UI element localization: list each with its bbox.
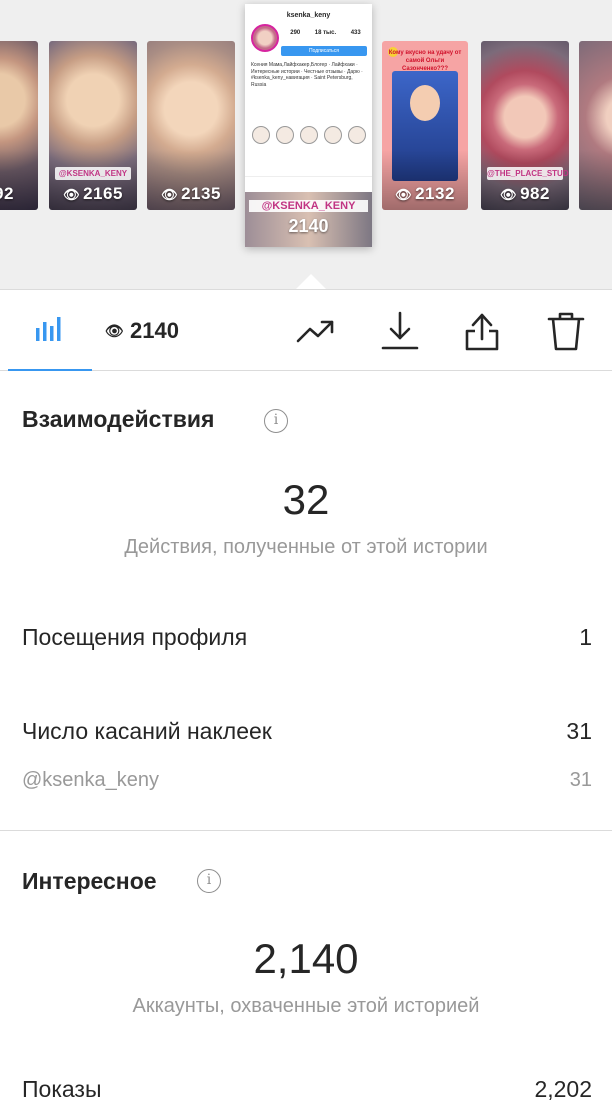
profile-stats: 290 18 тыс. 433: [283, 30, 368, 36]
mention-sticker-label: @ksenka_keny: [22, 769, 160, 791]
bar-chart-icon: [36, 317, 61, 341]
sticker-taps-label: Число касаний наклеек: [22, 718, 272, 744]
highlight-circle: [276, 126, 294, 144]
mention-sticker: @KSENKA_KENY: [55, 167, 131, 180]
trend-icon[interactable]: [294, 309, 338, 353]
impressions-label: Показы: [22, 1076, 102, 1102]
posts-count: 290: [290, 30, 301, 36]
download-icon[interactable]: [378, 309, 422, 353]
thumbnail-shade: [579, 150, 612, 210]
sticker-taps-value: 31: [566, 718, 592, 744]
selected-story-thumbnail[interactable]: ksenka_keny 290 18 тыс. 433 Подписаться …: [245, 4, 372, 247]
story-thumbnail[interactable]: @KSENKA_KENY 👁 2165: [49, 41, 137, 210]
trash-icon[interactable]: [544, 309, 588, 353]
thumbnail-views: 👁 982: [500, 184, 550, 203]
eye-icon: 👁: [161, 187, 179, 202]
interactions-caption: Действия, полученные от этой истории: [124, 536, 488, 558]
mention-sticker-value: 31: [569, 769, 592, 791]
story-photo-face: [410, 85, 440, 121]
profile-bio: Ксения Мама,Лайфхакер,Блогер · Лайфхаки …: [251, 62, 363, 88]
thumbnail-views: 👁92: [0, 184, 14, 203]
profile-visits-value: 1: [579, 624, 592, 650]
follow-button: Подписаться: [281, 46, 367, 56]
profile-username: ksenka_keny: [286, 12, 331, 19]
reach-caption: Аккаунты, охваченные этой историей: [132, 995, 480, 1017]
section-divider: [0, 830, 612, 831]
followers-count: 18 тыс.: [314, 30, 337, 36]
mention-sticker: @THE_PLACE_STUDIO: [487, 167, 569, 180]
story-toolbar: 👁 2140: [0, 291, 612, 371]
reach-total: 2,140: [253, 935, 359, 982]
interactions-title: Взаимодействия: [22, 406, 215, 432]
impressions-value: 2,202: [534, 1076, 592, 1102]
interactions-total: 32: [282, 476, 330, 523]
highlight-circle: [252, 126, 270, 144]
info-icon[interactable]: i: [197, 869, 221, 893]
eye-icon: 👁: [105, 323, 125, 340]
story-thumbnail[interactable]: [579, 41, 612, 210]
story-caption: Кому вкусно на удачу от самой Ольги Сазо…: [388, 50, 462, 72]
highlight-circle: [300, 126, 318, 144]
eye-icon: 👁: [500, 187, 518, 202]
viewers-count[interactable]: 👁 2140: [105, 318, 179, 344]
highlights-row: [249, 126, 369, 144]
mention-sticker: @KSENKA_KENY: [249, 200, 368, 212]
thumbnail-views: 👁 2165: [63, 184, 123, 203]
story-carousel[interactable]: 👁92 @KSENKA_KENY 👁2165 👁2135 ksenka_keny…: [0, 0, 612, 290]
thumbnail-views: 👁 2135: [161, 184, 221, 203]
discovery-title: Интересное: [22, 868, 157, 894]
highlight-circle: [324, 126, 342, 144]
story-thumbnail[interactable]: @THE_PLACE_STUDIO 👁 982: [481, 41, 569, 210]
info-icon[interactable]: i: [264, 409, 288, 433]
avatar: [251, 24, 279, 52]
thumbnail-views: 👁 2132: [395, 184, 455, 203]
story-thumbnail[interactable]: 👁92: [0, 41, 38, 210]
story-thumbnail[interactable]: Кому вкусно на удачу от самой Ольги Сазо…: [382, 41, 468, 210]
following-count: 433: [350, 30, 361, 36]
thumbnail-views: 2140: [288, 216, 329, 236]
profile-visits-label: Посещения профиля: [22, 624, 248, 650]
highlight-circle: [348, 126, 366, 144]
selection-pointer: [295, 274, 327, 289]
insights-tab[interactable]: [8, 291, 92, 371]
eye-icon: 👁: [395, 187, 413, 202]
profile-tabs: [245, 176, 372, 186]
story-thumbnail[interactable]: 👁 2135: [147, 41, 235, 210]
share-icon[interactable]: [460, 309, 504, 353]
eye-icon: 👁: [63, 187, 81, 202]
